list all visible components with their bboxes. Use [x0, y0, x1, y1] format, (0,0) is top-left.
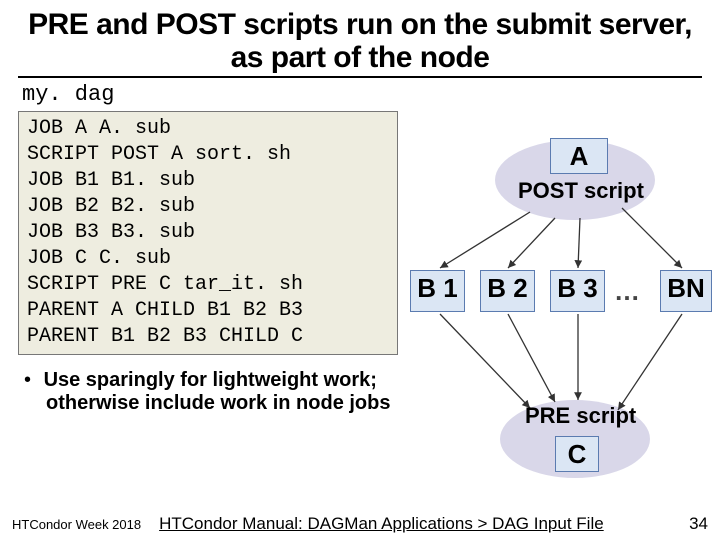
- code-line: JOB A A. sub: [27, 117, 171, 140]
- code-line: PARENT B1 B2 B3 CHILD C: [27, 325, 303, 348]
- node-a: A: [550, 138, 608, 174]
- code-line: JOB C C. sub: [27, 247, 171, 270]
- dag-diagram: A POST script B 1 B 2 B 3 … BN PRE scrip…: [400, 130, 710, 490]
- pre-script-label: PRE script: [525, 403, 636, 429]
- post-script-label: POST script: [518, 178, 644, 204]
- node-bn: BN: [660, 270, 712, 312]
- code-line: JOB B1 B1. sub: [27, 169, 195, 192]
- bullet-item: • Use sparingly for lightweight work; ot…: [24, 369, 434, 415]
- slide-title: PRE and POST scripts run on the submit s…: [18, 8, 702, 78]
- page-number: 34: [689, 514, 708, 534]
- footer-manual-link[interactable]: HTCondor Manual: DAGMan Applications > D…: [159, 514, 689, 534]
- code-line: SCRIPT POST A sort. sh: [27, 143, 291, 166]
- code-line: PARENT A CHILD B1 B2 B3: [27, 299, 303, 322]
- footer-left: HTCondor Week 2018: [12, 517, 141, 532]
- dag-filename: my. dag: [22, 82, 702, 107]
- code-line: SCRIPT PRE C tar_it. sh: [27, 273, 303, 296]
- node-b1: B 1: [410, 270, 465, 312]
- code-block: JOB A A. sub SCRIPT POST A sort. sh JOB …: [18, 111, 398, 355]
- code-line: JOB B2 B2. sub: [27, 195, 195, 218]
- ellipsis-icon: …: [614, 276, 642, 307]
- node-c: C: [555, 436, 599, 472]
- bullet-line2: otherwise include work in node jobs: [46, 392, 434, 415]
- footer: HTCondor Week 2018 HTCondor Manual: DAGM…: [0, 514, 720, 534]
- node-b3: B 3: [550, 270, 605, 312]
- node-b2: B 2: [480, 270, 535, 312]
- bullet-line1: Use sparingly for lightweight work;: [44, 369, 377, 391]
- bullet-marker: •: [24, 369, 38, 392]
- code-line: JOB B3 B3. sub: [27, 221, 195, 244]
